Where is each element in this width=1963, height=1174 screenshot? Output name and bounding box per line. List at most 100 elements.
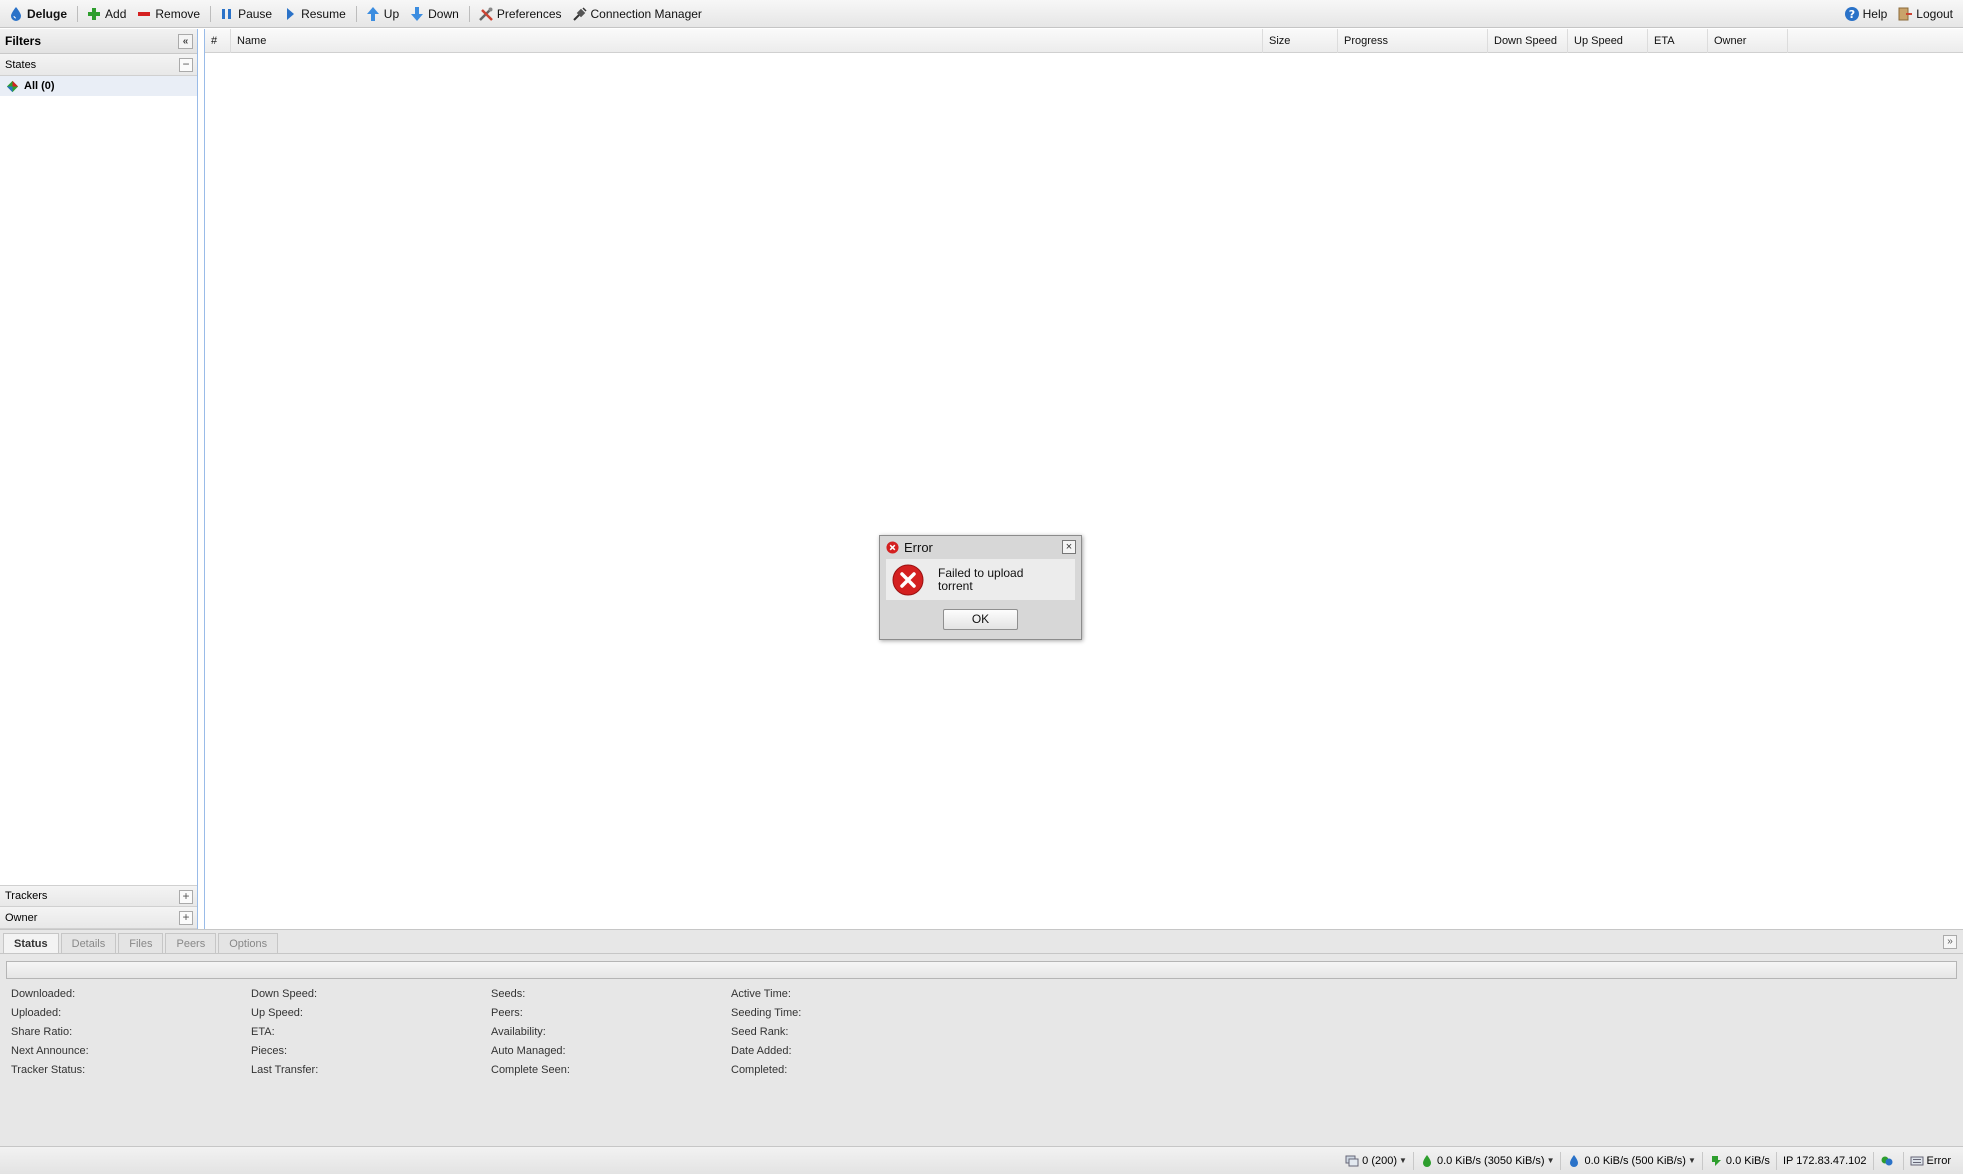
error-message: Failed to upload torrent	[938, 565, 1024, 593]
column-header-progress[interactable]: Progress	[1338, 29, 1488, 53]
states-panel-header[interactable]: States −	[0, 54, 197, 76]
chevron-down-icon: ▼	[1399, 1156, 1407, 1165]
up-label: Up	[383, 6, 400, 21]
stat-pieces: Pieces:	[251, 1045, 288, 1057]
tools-icon	[478, 7, 493, 21]
chevron-down-icon: ▼	[1546, 1156, 1555, 1165]
stat-eta: ETA:	[251, 1026, 275, 1038]
connections-value: 0 (200)	[1362, 1154, 1398, 1167]
connections-status[interactable]: 0 (200) ▼	[1339, 1152, 1413, 1170]
help-button[interactable]: ? Help	[1840, 3, 1892, 25]
stat-auto-managed: Auto Managed:	[491, 1045, 566, 1057]
tab-status[interactable]: Status	[3, 933, 59, 953]
close-icon[interactable]: ×	[1062, 540, 1076, 554]
torrent-progress-bar	[6, 961, 1957, 979]
toolbar-separator	[468, 5, 470, 22]
logout-button[interactable]: Logout	[1893, 3, 1957, 25]
deluge-web-ui: Deluge Add Remove Pause Resume Up Down P…	[0, 0, 1963, 1174]
column-header-size[interactable]: Size	[1263, 29, 1338, 53]
column-header-up-speed[interactable]: Up Speed	[1568, 29, 1648, 53]
arrow-down-icon	[411, 6, 424, 21]
stat-completed: Completed:	[731, 1064, 788, 1076]
protocol-traffic-value: 0.0 KiB/s	[1725, 1154, 1770, 1167]
stat-seeding-time: Seeding Time:	[731, 1007, 802, 1019]
upload-speed-status[interactable]: 0.0 KiB/s (500 KiB/s) ▼	[1560, 1151, 1701, 1170]
download-speed-status[interactable]: 0.0 KiB/s (3050 KiB/s) ▼	[1412, 1151, 1561, 1170]
network-icon	[1881, 1156, 1893, 1165]
pause-button[interactable]: Pause	[215, 3, 276, 25]
plug-icon	[572, 6, 587, 21]
trackers-expand-toggle[interactable]: +	[179, 890, 193, 904]
collapse-details-button[interactable]: »	[1943, 935, 1957, 949]
connection-manager-label: Connection Manager	[590, 6, 702, 21]
logout-icon	[1898, 7, 1913, 20]
connection-manager-button[interactable]: Connection Manager	[568, 3, 706, 25]
upload-speed-value: 0.0 KiB/s (500 KiB/s)	[1584, 1154, 1686, 1167]
add-button[interactable]: Add	[82, 3, 130, 25]
stat-uploaded: Uploaded:	[11, 1007, 62, 1019]
logout-label: Logout	[1916, 6, 1953, 21]
column-header-queue[interactable]: #	[205, 29, 231, 53]
stat-down-speed: Down Speed:	[251, 988, 318, 1000]
tab-peers[interactable]: Peers	[165, 933, 217, 953]
add-label: Add	[105, 6, 127, 21]
arrow-up-icon	[366, 6, 379, 21]
protocol-traffic-status: 0.0 KiB/s	[1701, 1151, 1776, 1170]
queue-down-button[interactable]: Down	[405, 3, 463, 25]
svg-text:?: ?	[1848, 8, 1854, 21]
trackers-panel-header[interactable]: Trackers +	[0, 885, 197, 907]
filter-item-all[interactable]: All (0)	[0, 76, 197, 96]
error-dialog-footer: OK	[880, 600, 1081, 638]
chevron-down-icon: ▼	[1687, 1156, 1696, 1165]
stat-downloaded: Downloaded:	[11, 988, 76, 1000]
resume-button[interactable]: Resume	[278, 3, 350, 25]
ok-button[interactable]: OK	[943, 608, 1018, 630]
collapse-sidebar-button[interactable]: «	[178, 34, 193, 49]
error-dialog-titlebar[interactable]: Error ×	[880, 536, 1081, 559]
minus-icon	[138, 11, 151, 16]
stats-column: Down Speed: Up Speed: ETA: Pieces: Last …	[251, 988, 491, 1083]
upload-speed-icon	[1570, 1154, 1579, 1167]
plus-icon	[88, 7, 101, 20]
tab-files[interactable]: Files	[118, 933, 164, 953]
column-header-name[interactable]: Name	[231, 29, 1263, 53]
external-ip-value: IP 172.83.47.102	[1782, 1154, 1867, 1167]
remove-label: Remove	[155, 6, 201, 21]
stat-seed-rank: Seed Rank:	[731, 1026, 789, 1038]
resume-label: Resume	[301, 6, 346, 21]
stats-column: Seeds: Peers: Availability: Auto Managed…	[491, 988, 731, 1083]
column-header-eta[interactable]: ETA	[1648, 29, 1708, 53]
column-header-owner[interactable]: Owner	[1708, 29, 1788, 53]
owner-expand-toggle[interactable]: +	[179, 911, 193, 925]
filters-header: Filters «	[0, 29, 197, 54]
dht-status: Error	[1902, 1151, 1957, 1170]
tab-options[interactable]: Options	[218, 933, 279, 953]
error-small-icon	[886, 541, 899, 554]
states-collapse-toggle[interactable]: −	[179, 58, 193, 72]
toolbar-separator	[355, 5, 357, 22]
help-icon: ?	[1844, 6, 1859, 21]
preferences-button[interactable]: Preferences	[474, 3, 566, 25]
toolbar-separator	[77, 5, 79, 22]
owner-panel-header[interactable]: Owner +	[0, 907, 197, 929]
stat-seeds: Seeds:	[491, 988, 526, 1000]
remove-button[interactable]: Remove	[132, 3, 204, 25]
toolbar-right: ? Help Logout	[1840, 3, 1963, 25]
network-status	[1872, 1151, 1903, 1170]
column-header-down-speed[interactable]: Down Speed	[1488, 29, 1568, 53]
torrent-grid[interactable]: # Name Size Progress Down Speed Up Speed…	[204, 29, 1963, 929]
queue-up-button[interactable]: Up	[361, 3, 403, 25]
stat-share-ratio: Share Ratio:	[11, 1026, 73, 1038]
trackers-label: Trackers	[5, 890, 48, 902]
preferences-label: Preferences	[496, 6, 562, 21]
down-label: Down	[428, 6, 459, 21]
external-ip-status: IP 172.83.47.102	[1775, 1151, 1873, 1170]
pause-icon	[222, 8, 232, 19]
pause-label: Pause	[238, 6, 273, 21]
dht-icon	[1910, 1156, 1924, 1165]
error-dialog: Error × Failed to upload torrent OK	[879, 535, 1082, 640]
error-icon	[892, 564, 924, 595]
status-bar: 0 (200) ▼ 0.0 KiB/s (3050 KiB/s) ▼ 0.0 KiB…	[0, 1146, 1963, 1174]
tab-details[interactable]: Details	[60, 933, 117, 953]
stat-up-speed: Up Speed:	[251, 1007, 303, 1019]
